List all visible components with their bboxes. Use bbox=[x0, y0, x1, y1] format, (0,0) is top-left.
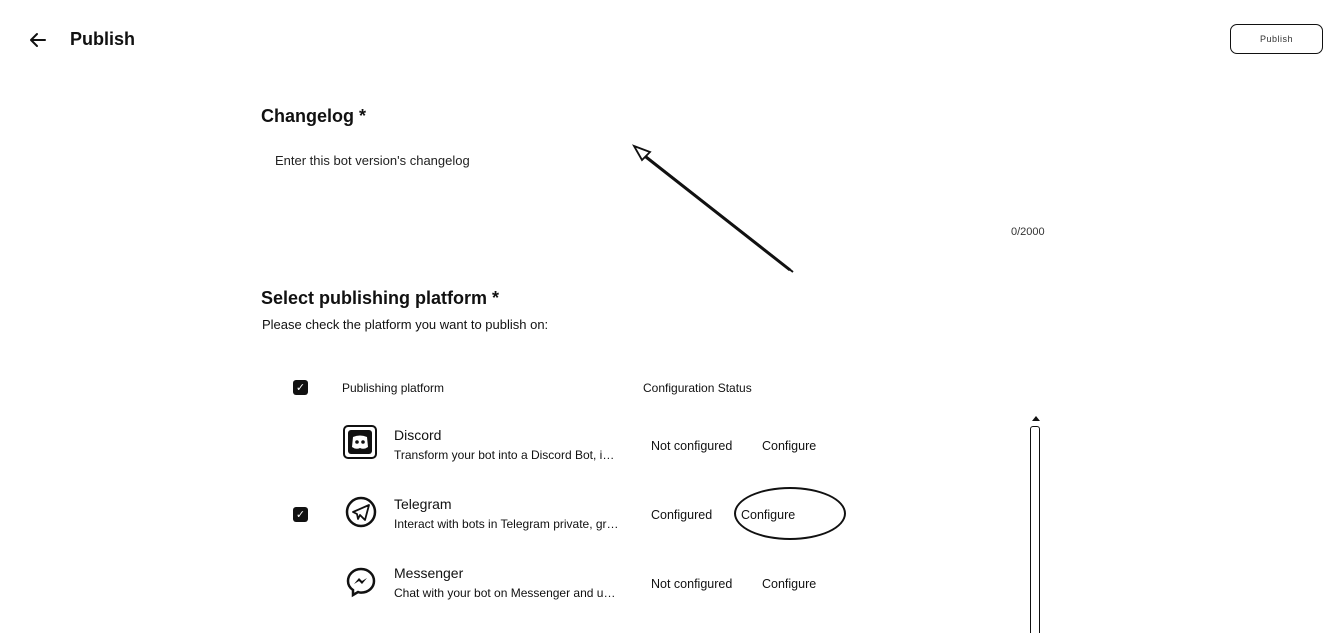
page-title: Publish bbox=[70, 29, 136, 49]
platform-name-telegram: Telegram bbox=[394, 496, 452, 512]
column-header-status: Configuration Status bbox=[643, 381, 752, 395]
publish-button[interactable]: Publish bbox=[1230, 24, 1323, 54]
platform-desc-telegram: Interact with bots in Telegram private, … bbox=[394, 517, 619, 531]
platform-list-scrollbar[interactable] bbox=[1029, 416, 1043, 633]
platform-name-discord: Discord bbox=[394, 427, 442, 443]
status-messenger: Not configured bbox=[651, 577, 733, 591]
changelog-title: Changelog * bbox=[261, 106, 367, 126]
platform-desc-messenger: Chat with your bot on Messenger and use … bbox=[394, 586, 619, 600]
status-telegram: Configured bbox=[651, 508, 713, 522]
telegram-checkbox[interactable]: ✓ bbox=[293, 507, 308, 522]
scrollbar-thumb[interactable] bbox=[1030, 426, 1040, 633]
discord-icon bbox=[343, 425, 377, 459]
messenger-icon bbox=[344, 565, 378, 599]
configure-messenger-button[interactable]: Configure bbox=[762, 577, 816, 591]
platform-section-title: Select publishing platform * bbox=[261, 288, 500, 308]
annotation-arrow bbox=[631, 144, 794, 273]
telegram-icon bbox=[344, 495, 378, 529]
configure-telegram-button[interactable]: Configure bbox=[741, 508, 795, 522]
select-all-checkbox[interactable]: ✓ bbox=[293, 380, 308, 395]
back-arrow-icon[interactable] bbox=[26, 28, 50, 52]
changelog-char-count: 0/2000 bbox=[1011, 226, 1045, 238]
platform-desc-discord: Transform your bot into a Discord Bot, i… bbox=[394, 448, 619, 462]
platform-section-subtitle: Please check the platform you want to pu… bbox=[262, 317, 549, 332]
configure-discord-button[interactable]: Configure bbox=[762, 439, 816, 453]
platform-name-messenger: Messenger bbox=[394, 565, 464, 581]
scroll-up-arrow-icon[interactable] bbox=[1032, 416, 1040, 421]
status-discord: Not configured bbox=[651, 439, 733, 453]
column-header-platform: Publishing platform bbox=[342, 381, 445, 395]
